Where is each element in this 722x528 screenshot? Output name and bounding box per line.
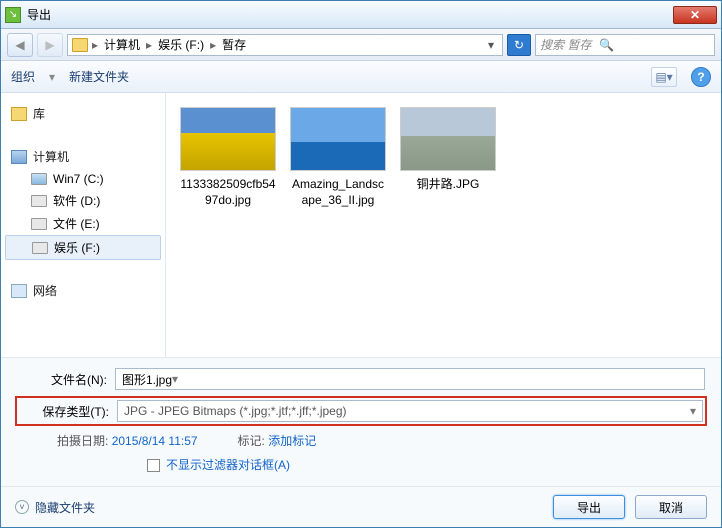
file-list: 1133382509cfb5497do.jpg Amazing_Landscap… xyxy=(166,93,721,357)
thumbnail xyxy=(180,107,276,171)
breadcrumb-sep: ▸ xyxy=(92,38,98,52)
titlebar: ↘ 导出 ✕ xyxy=(1,1,721,29)
search-placeholder: 搜索 暂存 xyxy=(540,36,591,53)
bottom-bar: ˅ 隐藏文件夹 导出 取消 xyxy=(1,486,721,527)
drive-icon xyxy=(31,218,47,230)
tag-value[interactable]: 添加标记 xyxy=(268,434,316,448)
computer-icon xyxy=(11,150,27,164)
file-item[interactable]: 1133382509cfb5497do.jpg xyxy=(180,107,276,208)
toolbar: 组织 ▾ 新建文件夹 ▤▾ ? xyxy=(1,61,721,93)
file-item[interactable]: Amazing_Landscape_36_II.jpg xyxy=(290,107,386,208)
export-dialog: ↘ 导出 ✕ ◀ ▶ ▸ 计算机 ▸ 娱乐 (F:) ▸ 暂存 ▾ ↻ 搜索 暂… xyxy=(0,0,722,528)
close-button[interactable]: ✕ xyxy=(673,6,717,24)
app-icon: ↘ xyxy=(5,7,21,23)
filter-checkbox-row: 不显示过滤器对话框(A) xyxy=(17,457,705,474)
breadcrumb-drive[interactable]: 娱乐 (F:) xyxy=(156,36,206,53)
network-icon xyxy=(11,284,27,298)
sidebar-network[interactable]: 网络 xyxy=(1,278,165,303)
file-item[interactable]: 铜井路.JPG xyxy=(400,107,496,193)
file-name: 铜井路.JPG xyxy=(400,177,496,193)
drive-icon xyxy=(31,195,47,207)
filename-row: 文件名(N): 图形1.jpg ▾ xyxy=(17,368,705,390)
search-icon: 🔍 xyxy=(599,38,614,52)
forward-button[interactable]: ▶ xyxy=(37,33,63,57)
date-value[interactable]: 2015/8/14 11:57 xyxy=(112,434,198,448)
breadcrumb-sep: ▸ xyxy=(146,38,152,52)
new-folder-button[interactable]: 新建文件夹 xyxy=(69,68,129,85)
filetype-select[interactable]: JPG - JPEG Bitmaps (*.jpg;*.jtf;*.jff;*.… xyxy=(117,400,703,422)
filter-checkbox[interactable] xyxy=(147,459,160,472)
cancel-button[interactable]: 取消 xyxy=(635,495,707,519)
chevron-down-icon: ˅ xyxy=(15,500,29,514)
breadcrumb-computer[interactable]: 计算机 xyxy=(102,36,142,53)
organize-menu[interactable]: 组织 xyxy=(11,68,35,85)
filter-checkbox-label: 不显示过滤器对话框(A) xyxy=(166,457,290,474)
hide-folders-toggle[interactable]: ˅ 隐藏文件夹 xyxy=(15,499,95,516)
export-button[interactable]: 导出 xyxy=(553,495,625,519)
filetype-label: 保存类型(T): xyxy=(19,403,109,420)
filename-input[interactable]: 图形1.jpg ▾ xyxy=(115,368,705,390)
help-button[interactable]: ? xyxy=(691,67,711,87)
filename-label: 文件名(N): xyxy=(17,371,107,388)
filetype-row: 保存类型(T): JPG - JPEG Bitmaps (*.jpg;*.jtf… xyxy=(15,396,707,426)
date-label: 拍摄日期: xyxy=(57,434,108,448)
file-name: Amazing_Landscape_36_II.jpg xyxy=(290,177,386,208)
footer: 文件名(N): 图形1.jpg ▾ 保存类型(T): JPG - JPEG Bi… xyxy=(1,357,721,486)
sidebar-computer[interactable]: 计算机 xyxy=(1,144,165,169)
sidebar-drive-c[interactable]: Win7 (C:) xyxy=(1,169,165,189)
thumbnail xyxy=(400,107,496,171)
sidebar: 库 计算机 Win7 (C:) 软件 (D:) 文件 (E:) 娱乐 (F:) … xyxy=(1,93,166,357)
library-icon xyxy=(11,107,27,121)
sidebar-drive-d[interactable]: 软件 (D:) xyxy=(1,189,165,212)
folder-icon xyxy=(72,38,88,52)
sidebar-drive-e[interactable]: 文件 (E:) xyxy=(1,212,165,235)
breadcrumb-sep: ▸ xyxy=(210,38,216,52)
back-button[interactable]: ◀ xyxy=(7,33,33,57)
refresh-button[interactable]: ↻ xyxy=(507,34,531,56)
address-bar[interactable]: ▸ 计算机 ▸ 娱乐 (F:) ▸ 暂存 ▾ xyxy=(67,34,503,56)
tag-label: 标记: xyxy=(238,434,265,448)
breadcrumb-folder[interactable]: 暂存 xyxy=(220,36,248,53)
body: 库 计算机 Win7 (C:) 软件 (D:) 文件 (E:) 娱乐 (F:) … xyxy=(1,93,721,357)
sidebar-library[interactable]: 库 xyxy=(1,101,165,126)
view-options-button[interactable]: ▤▾ xyxy=(651,67,677,87)
drive-icon xyxy=(31,173,47,185)
window-title: 导出 xyxy=(27,6,673,23)
navbar: ◀ ▶ ▸ 计算机 ▸ 娱乐 (F:) ▸ 暂存 ▾ ↻ 搜索 暂存 🔍 xyxy=(1,29,721,61)
metadata-row: 拍摄日期: 2015/8/14 11:57 标记: 添加标记 xyxy=(17,432,705,449)
sidebar-drive-f[interactable]: 娱乐 (F:) xyxy=(5,235,161,260)
file-name: 1133382509cfb5497do.jpg xyxy=(180,177,276,208)
address-dropdown-icon[interactable]: ▾ xyxy=(484,38,498,52)
search-input[interactable]: 搜索 暂存 🔍 xyxy=(535,34,715,56)
drive-icon xyxy=(32,242,48,254)
thumbnail xyxy=(290,107,386,171)
